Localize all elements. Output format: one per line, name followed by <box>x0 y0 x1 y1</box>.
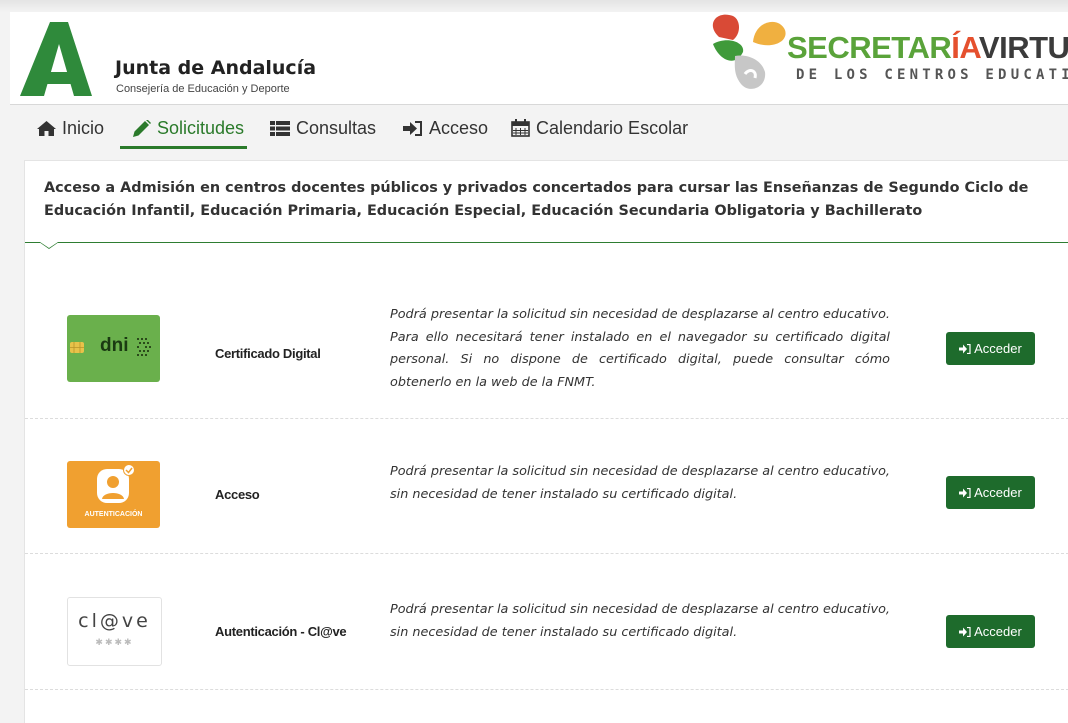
list-item: dni Certificado Digital Podrá presentar … <box>25 286 1068 419</box>
page-title: Acceso a Admisión en centros docentes pú… <box>44 180 1029 219</box>
nav-item-inicio[interactable]: Inicio <box>37 117 104 139</box>
clave-icon-label: cl@ve <box>78 610 151 632</box>
nav-active-indicator <box>120 146 247 149</box>
auth-icon-label: AUTENTICACIÓN <box>84 511 143 518</box>
list-item: AUTENTICACIÓN Acceso Podrá presentar la … <box>25 419 1068 554</box>
option-label-certificado: Certificado Digital <box>215 346 321 361</box>
secretaria-virtual-logo-icon <box>712 14 786 89</box>
nav-item-consultas[interactable]: Consultas <box>270 117 376 139</box>
main-panel: Acceso a Admisión en centros docentes pú… <box>24 160 1068 723</box>
main-nav: Inicio Solicitudes Consultas Acceso Cale… <box>10 106 1068 149</box>
sign-in-icon <box>959 626 971 637</box>
nav-label-consultas: Consultas <box>296 117 377 138</box>
option-description-certificado: Podrá presentar la solicitud sin necesid… <box>390 307 890 390</box>
option-description-acceso: Podrá presentar la solicitud sin necesid… <box>390 464 890 502</box>
nav-item-calendario[interactable]: Calendario Escolar <box>511 117 688 139</box>
nav-label-acceso: Acceso <box>429 117 489 138</box>
title-divider <box>25 242 1068 243</box>
sign-in-icon <box>403 120 422 136</box>
clave-icon: cl@ve ✱✱✱✱ <box>67 597 162 666</box>
brand-title[interactable]: Junta de Andalucía <box>115 57 316 79</box>
home-icon <box>37 120 56 136</box>
acceder-button-clave[interactable]: Acceder <box>946 615 1035 648</box>
user-auth-icon: AUTENTICACIÓN <box>67 461 160 528</box>
option-description-clave: Podrá presentar la solicitud sin necesid… <box>390 602 890 640</box>
secretaria-virtual-subtitle: DE LOS CENTROS EDUCATIVO <box>796 67 1068 83</box>
nav-item-acceso[interactable]: Acceso <box>403 117 488 139</box>
calendar-icon <box>511 119 530 137</box>
list-icon <box>270 120 290 136</box>
header-divider <box>10 104 1068 105</box>
pencil-icon <box>133 119 151 137</box>
nav-item-solicitudes[interactable]: Solicitudes <box>133 117 244 139</box>
nav-label-inicio: Inicio <box>62 117 105 138</box>
junta-andalucia-logo-icon[interactable] <box>20 22 92 96</box>
brand-subtitle: Consejería de Educación y Deporte <box>116 83 290 95</box>
sign-in-icon <box>959 343 971 354</box>
dni-card-icon: dni <box>67 315 160 382</box>
acceder-button-certificado[interactable]: Acceder <box>946 332 1035 365</box>
nav-label-calendario: Calendario Escolar <box>536 117 689 138</box>
top-shade <box>0 0 1068 12</box>
sign-in-icon <box>959 487 971 498</box>
option-label-acceso: Acceso <box>215 487 260 502</box>
dni-card-label: dni <box>100 335 129 356</box>
acceder-button-acceso[interactable]: Acceder <box>946 476 1035 509</box>
nav-label-solicitudes: Solicitudes <box>157 117 245 138</box>
option-label-clave: Autenticación - Cl@ve <box>215 624 347 639</box>
site-header: Junta de Andalucía Consejería de Educaci… <box>10 12 1068 104</box>
list-item: cl@ve ✱✱✱✱ Autenticación - Cl@ve Podrá p… <box>25 554 1068 690</box>
secretaria-virtual-title: SECRETARÍAVIRTUA <box>787 30 1068 65</box>
